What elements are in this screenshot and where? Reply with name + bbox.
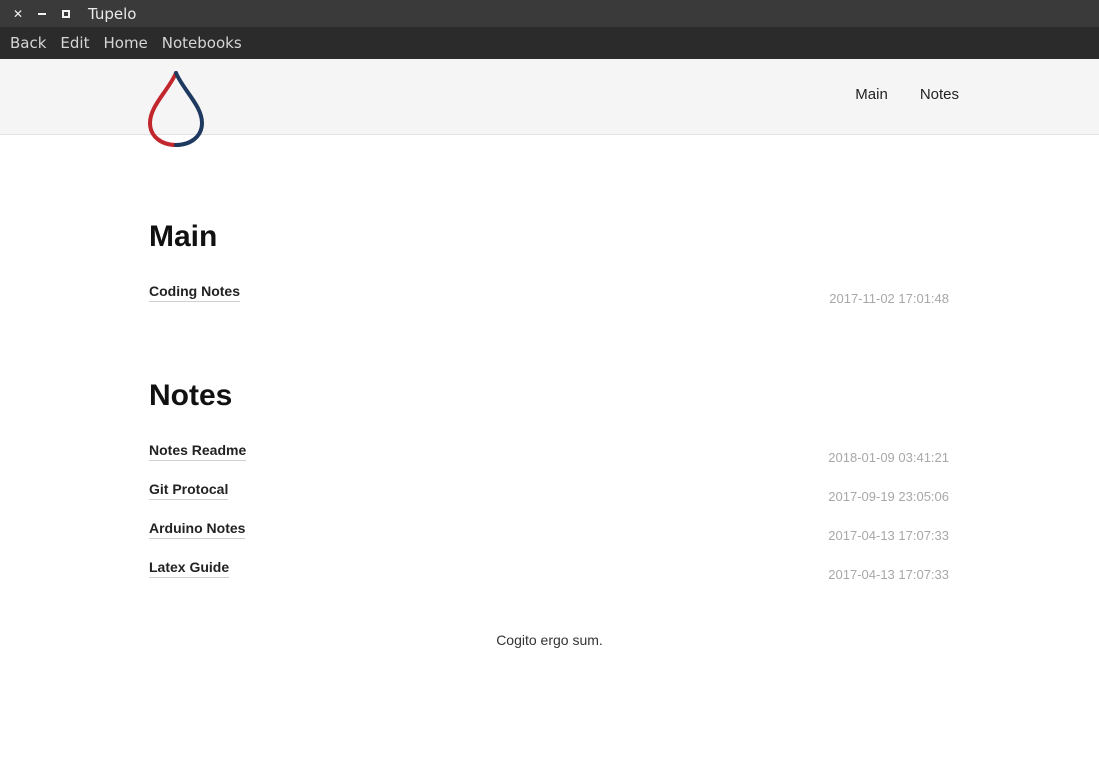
- app-menubar: Back Edit Home Notebooks: [0, 27, 1099, 59]
- note-link[interactable]: Latex Guide: [149, 559, 230, 578]
- note-date: 2017-11-02 17:01:48: [829, 291, 949, 306]
- minimize-icon: [38, 12, 46, 15]
- menu-notebooks[interactable]: Notebooks: [155, 27, 249, 59]
- window-title: Tupelo: [88, 4, 137, 23]
- footer-tagline: Cogito ergo sum.: [496, 632, 603, 648]
- nav-link-notes[interactable]: Notes: [920, 86, 959, 103]
- note-link[interactable]: Git Protocal: [149, 481, 229, 500]
- minimize-window-button[interactable]: [34, 6, 50, 22]
- list-item: Arduino Notes 2017-04-13 17:07:33: [149, 520, 949, 559]
- section-title: Notes: [149, 379, 233, 412]
- note-date: 2017-09-19 23:05:06: [828, 489, 949, 504]
- section-notes: Notes Notes Readme 2018-01-09 03:41:21 G…: [149, 378, 949, 598]
- menu-home[interactable]: Home: [96, 27, 154, 59]
- close-window-button[interactable]: ✕: [10, 6, 26, 22]
- note-link[interactable]: Arduino Notes: [149, 520, 246, 539]
- nav-link-main[interactable]: Main: [855, 86, 888, 103]
- logo[interactable]: [147, 71, 206, 147]
- note-date: 2017-04-13 17:07:33: [828, 528, 949, 543]
- maximize-window-button[interactable]: [58, 6, 74, 22]
- menu-back[interactable]: Back: [0, 27, 53, 59]
- note-link[interactable]: Coding Notes: [149, 283, 240, 302]
- page-header: Main Notes: [0, 59, 1099, 147]
- list-item: Git Protocal 2017-09-19 23:05:06: [149, 481, 949, 520]
- close-icon: ✕: [12, 6, 24, 21]
- note-date: 2018-01-09 03:41:21: [828, 450, 949, 465]
- window-titlebar: ✕ Tupelo: [0, 0, 1099, 27]
- note-date: 2017-04-13 17:07:33: [828, 567, 949, 582]
- list-item: Notes Readme 2018-01-09 03:41:21: [149, 442, 949, 481]
- list-item: Latex Guide 2017-04-13 17:07:33: [149, 559, 949, 598]
- note-link[interactable]: Notes Readme: [149, 442, 247, 461]
- maximize-icon: [62, 9, 70, 18]
- top-nav: Main Notes: [855, 59, 959, 129]
- section-main: Main Coding Notes 2017-11-02 17:01:48: [149, 219, 949, 322]
- menu-edit[interactable]: Edit: [53, 27, 96, 59]
- droplet-icon: [147, 71, 205, 147]
- section-title: Main: [149, 220, 218, 253]
- list-item: Coding Notes 2017-11-02 17:01:48: [149, 283, 949, 322]
